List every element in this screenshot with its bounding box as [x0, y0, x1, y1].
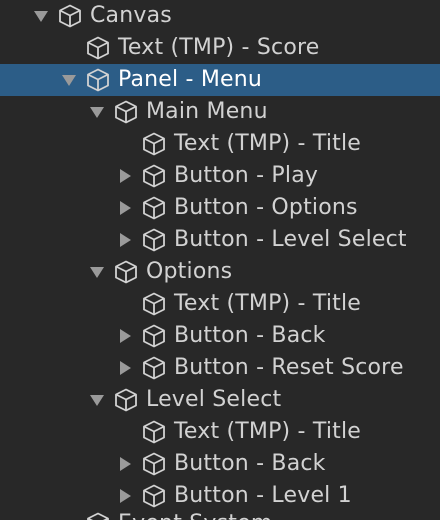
gameobject-cube-icon	[140, 354, 168, 382]
hierarchy-item-canvas[interactable]: Canvas	[0, 0, 440, 32]
expand-arrow-down-icon[interactable]	[86, 256, 108, 288]
hierarchy-item-options[interactable]: Options	[0, 256, 440, 288]
hierarchy-item-text-tmp-title[interactable]: Text (TMP) - Title	[0, 288, 440, 320]
gameobject-cube-icon	[140, 130, 168, 158]
hierarchy-item-label: Button - Back	[174, 323, 326, 348]
gameobject-cube-icon	[140, 418, 168, 446]
gameobject-cube-icon	[112, 386, 140, 414]
hierarchy-item-label: Canvas	[90, 3, 172, 28]
hierarchy-item-main-menu[interactable]: Main Menu	[0, 96, 440, 128]
expand-arrow-down-icon[interactable]	[58, 64, 80, 96]
hierarchy-item-label: Main Menu	[146, 99, 268, 124]
hierarchy-item-level-select[interactable]: Level Select	[0, 384, 440, 416]
expand-arrow-down-icon[interactable]	[86, 96, 108, 128]
gameobject-cube-icon	[140, 450, 168, 478]
hierarchy-item-button-back[interactable]: Button - Back	[0, 448, 440, 480]
gameobject-cube-icon	[84, 510, 112, 520]
hierarchy-item-button-play[interactable]: Button - Play	[0, 160, 440, 192]
expand-arrow-right-icon[interactable]	[114, 320, 136, 352]
expand-arrow-down-icon[interactable]	[86, 384, 108, 416]
expand-arrow-down-icon[interactable]	[30, 0, 52, 32]
hierarchy-item-button-options[interactable]: Button - Options	[0, 192, 440, 224]
gameobject-cube-icon	[56, 2, 84, 30]
gameobject-cube-icon	[140, 290, 168, 318]
hierarchy-tree: Canvas Text (TMP) - Score Panel - Menu Main…	[0, 0, 440, 512]
hierarchy-item-label: Options	[146, 259, 233, 284]
hierarchy-item-label: Button - Play	[174, 163, 319, 188]
gameobject-cube-icon	[140, 482, 168, 510]
hierarchy-item-label: Text (TMP) - Title	[174, 291, 362, 316]
gameobject-cube-icon	[112, 258, 140, 286]
hierarchy-panel: Canvas Text (TMP) - Score Panel - Menu Main…	[0, 0, 440, 520]
hierarchy-item-text-tmp-score[interactable]: Text (TMP) - Score	[0, 32, 440, 64]
hierarchy-item-event-system[interactable]: Event System	[0, 508, 440, 520]
hierarchy-item-label: Text (TMP) - Score	[118, 35, 320, 60]
expand-arrow-right-icon[interactable]	[114, 192, 136, 224]
expand-arrow-right-icon[interactable]	[114, 448, 136, 480]
gameobject-cube-icon	[84, 66, 112, 94]
gameobject-cube-icon	[140, 162, 168, 190]
gameobject-cube-icon	[140, 194, 168, 222]
hierarchy-item-text-tmp-title[interactable]: Text (TMP) - Title	[0, 416, 440, 448]
hierarchy-item-label: Button - Options	[174, 195, 358, 220]
hierarchy-item-button-level-select[interactable]: Button - Level Select	[0, 224, 440, 256]
gameobject-cube-icon	[112, 98, 140, 126]
hierarchy-item-label: Button - Back	[174, 451, 326, 476]
hierarchy-item-panel-menu[interactable]: Panel - Menu	[0, 64, 440, 96]
hierarchy-item-label: Text (TMP) - Title	[174, 419, 362, 444]
hierarchy-item-label: Button - Reset Score	[174, 355, 404, 380]
expand-arrow-right-icon[interactable]	[114, 352, 136, 384]
gameobject-cube-icon	[140, 226, 168, 254]
hierarchy-item-label: Button - Level Select	[174, 227, 407, 252]
hierarchy-item-text-tmp-title[interactable]: Text (TMP) - Title	[0, 128, 440, 160]
expand-arrow-right-icon[interactable]	[114, 160, 136, 192]
hierarchy-item-label: Event System	[118, 508, 272, 520]
hierarchy-item-label: Text (TMP) - Title	[174, 131, 362, 156]
hierarchy-item-label: Level Select	[146, 387, 282, 412]
hierarchy-item-button-back[interactable]: Button - Back	[0, 320, 440, 352]
expand-arrow-right-icon[interactable]	[114, 224, 136, 256]
hierarchy-item-label: Panel - Menu	[118, 67, 263, 92]
hierarchy-item-button-reset-score[interactable]: Button - Reset Score	[0, 352, 440, 384]
gameobject-cube-icon	[84, 34, 112, 62]
gameobject-cube-icon	[140, 322, 168, 350]
